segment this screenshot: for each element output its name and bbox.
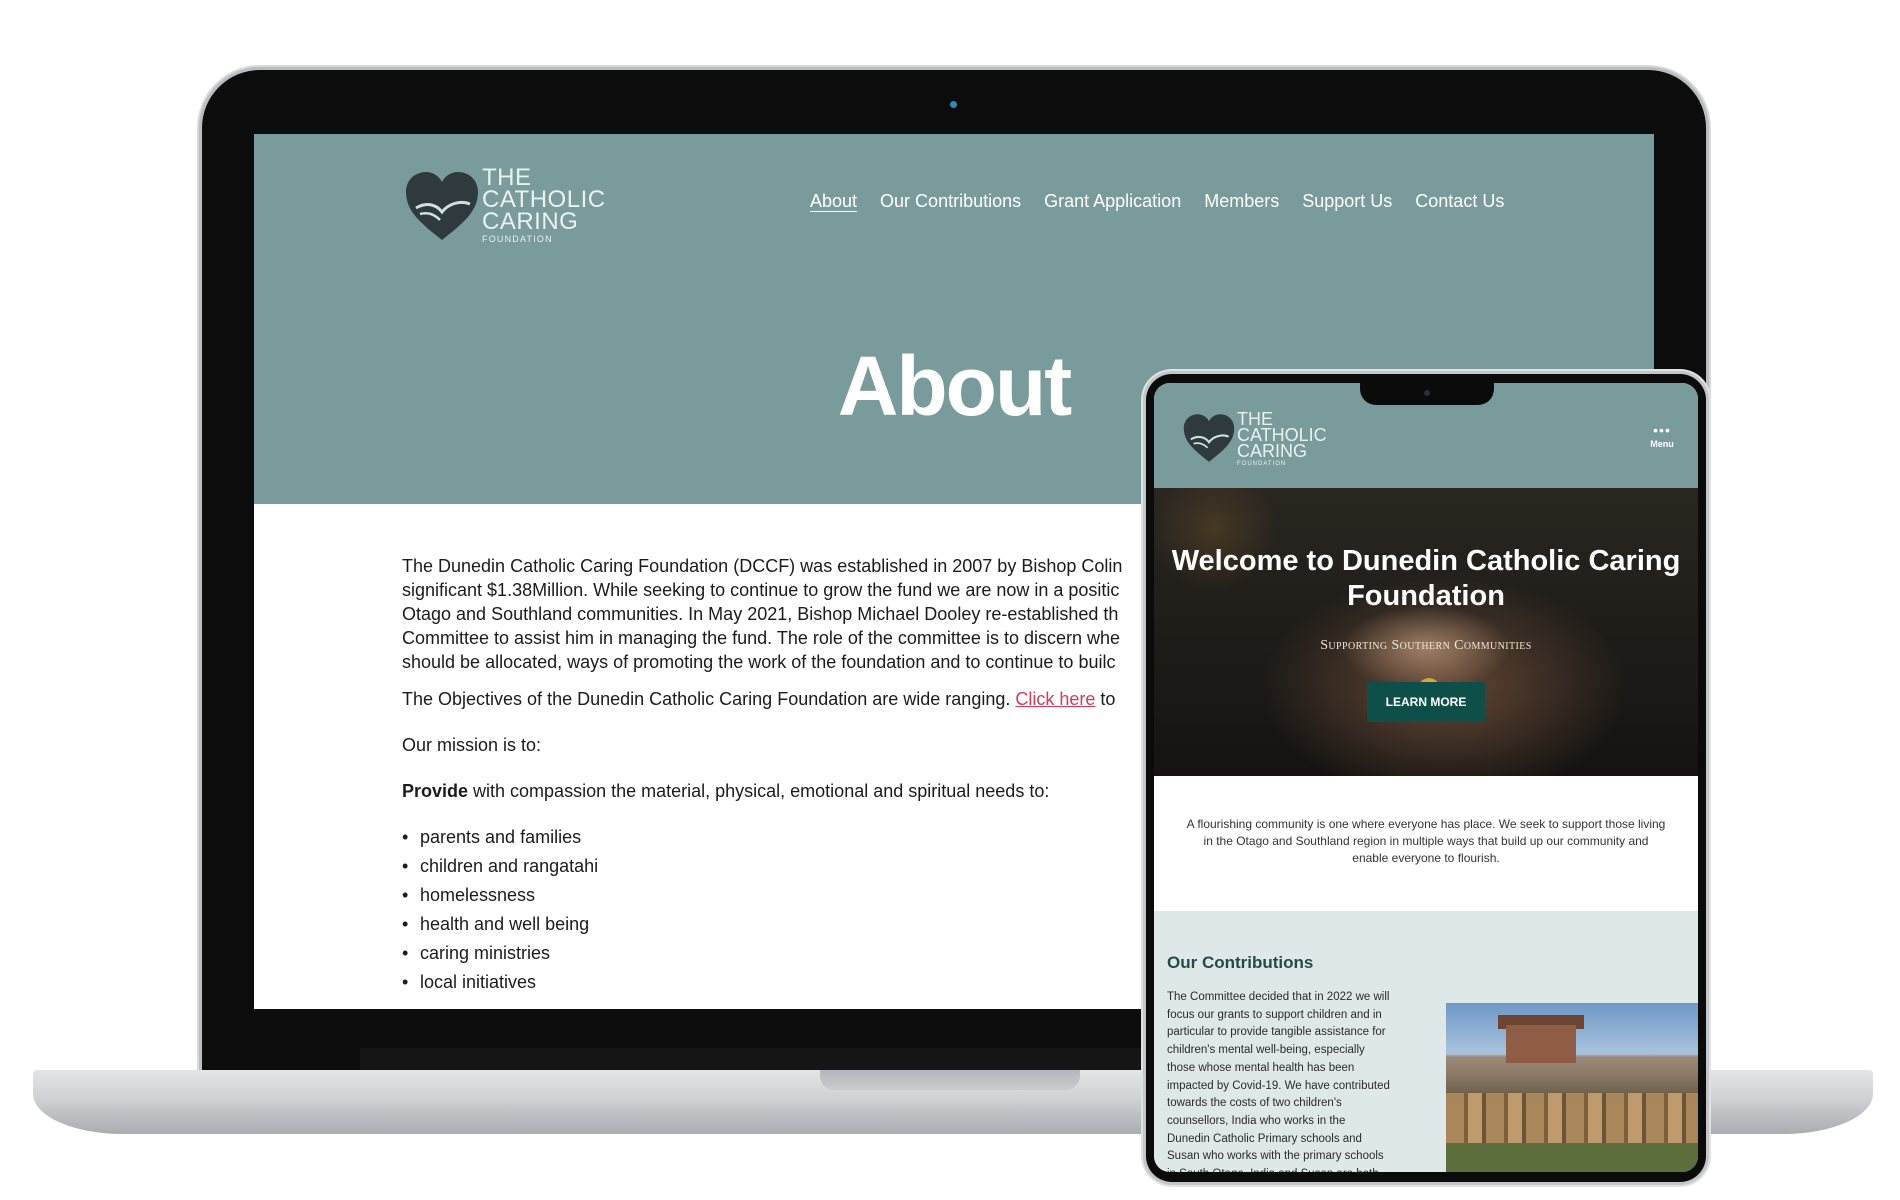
- tablet-site-logo[interactable]: THE CATHOLIC CARING FOUNDATION: [1181, 409, 1341, 469]
- more-dots-icon: •••: [1653, 422, 1671, 438]
- logo-line-4: FOUNDATION: [482, 234, 553, 244]
- heart-hands-icon: [406, 172, 478, 240]
- provide-bold: Provide: [402, 781, 469, 801]
- logo-line-4: FOUNDATION: [1237, 461, 1287, 467]
- nav-our-contributions[interactable]: Our Contributions: [880, 191, 1021, 212]
- menu-button[interactable]: ••• Menu: [1642, 422, 1682, 449]
- click-here-link[interactable]: Click here: [1015, 689, 1095, 709]
- menu-label: Menu: [1650, 439, 1674, 449]
- photo-building: [1506, 1025, 1576, 1063]
- logo-line-3: CARING: [1237, 441, 1308, 461]
- nav-support-us[interactable]: Support Us: [1302, 191, 1392, 212]
- tablet-camera: [1424, 390, 1430, 396]
- logo-line-3: CARING: [482, 208, 579, 235]
- hero-banner: Welcome to Dunedin Catholic Caring Found…: [1154, 488, 1698, 776]
- tablet-screen: THE CATHOLIC CARING FOUNDATION ••• Menu …: [1154, 383, 1698, 1172]
- objectives-tail: to: [1095, 689, 1116, 709]
- nav-members[interactable]: Members: [1204, 191, 1279, 212]
- photo-logs: [1446, 1093, 1698, 1143]
- site-logo[interactable]: THE CATHOLIC CARING FOUNDATION: [402, 164, 612, 246]
- heart-hands-icon: [1183, 414, 1235, 462]
- contributions-text: The Committee decided that in 2022 we wi…: [1167, 991, 1390, 1172]
- photo-grass: [1446, 1143, 1698, 1172]
- nav-about[interactable]: About: [810, 191, 857, 212]
- laptop-notch: [820, 1070, 1080, 1090]
- hero-title: Welcome to Dunedin Catholic Caring Found…: [1171, 545, 1681, 612]
- nav-grant-application[interactable]: Grant Application: [1044, 191, 1181, 212]
- objectives-text: The Objectives of the Dunedin Catholic C…: [402, 689, 1016, 709]
- contributions-heading: Our Contributions: [1167, 953, 1314, 972]
- main-nav: About Our Contributions Grant Applicatio…: [810, 191, 1504, 212]
- intro-text: A flourishing community is one where eve…: [1186, 817, 1666, 865]
- nav-contact-us[interactable]: Contact Us: [1415, 191, 1504, 212]
- provide-text: with compassion the material, physical, …: [468, 781, 1050, 801]
- laptop-camera: [950, 101, 957, 108]
- hero-subtitle: Supporting Southern Communities: [1320, 638, 1532, 653]
- learn-more-button[interactable]: LEARN MORE: [1367, 682, 1485, 722]
- woodpile-photo: [1446, 1003, 1698, 1172]
